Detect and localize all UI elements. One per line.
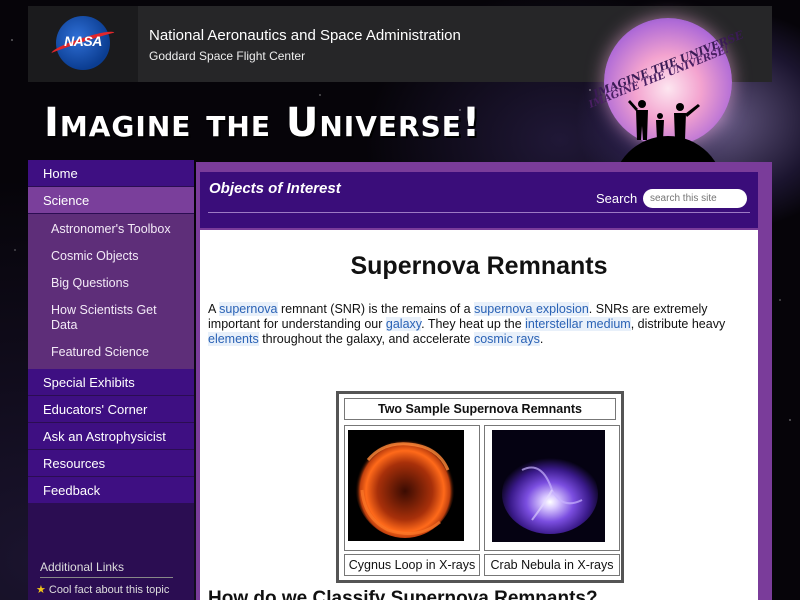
nav-featured-science[interactable]: Featured Science [28, 339, 194, 369]
intro-link-supernova[interactable]: supernova [219, 302, 278, 316]
nav-astronomers-toolbox[interactable]: Astronomer's Toolbox [28, 214, 194, 243]
nav-ask-an-astrophysicist[interactable]: Ask an Astrophysicist [28, 423, 194, 450]
intro-text: A [208, 302, 220, 316]
intro-text: . They heat up the [421, 317, 526, 331]
cygnus-loop-image[interactable] [348, 430, 464, 541]
nav-how-scientists-get-data[interactable]: How Scientists Get Data [28, 297, 194, 339]
page-title: Supernova Remnants [350, 252, 608, 280]
intro-text: throughout the galaxy, and accelerate [258, 332, 474, 346]
cygnus-cell [344, 425, 480, 551]
nav-home[interactable]: Home [28, 160, 194, 187]
nav-feedback[interactable]: Feedback [28, 477, 194, 504]
intro-link-supernova-explosion[interactable]: supernova explosion [474, 302, 589, 316]
intro-text: , distribute heavy [630, 317, 726, 331]
sample-table-heading: Two Sample Supernova Remnants [344, 398, 616, 420]
cool-fact-label[interactable]: Cool fact about this topic [49, 584, 169, 596]
nav-resources[interactable]: Resources [28, 450, 194, 477]
intro-paragraph: A supernova remnant (SNR) is the remains… [208, 302, 748, 347]
header-divider [208, 212, 750, 213]
agency-name[interactable]: National Aeronautics and Space Administr… [149, 27, 461, 44]
cool-fact-link[interactable]: ★ Cool fact about this topic [36, 583, 169, 596]
nav-science[interactable]: Science [28, 187, 194, 214]
section-header: Objects of Interest Search [200, 172, 758, 228]
additional-links-heading: Additional Links [40, 560, 173, 578]
family-silhouette-icon [628, 100, 700, 140]
site-title[interactable]: Imagine the Universe! [44, 100, 481, 146]
intro-link-galaxy[interactable]: galaxy [385, 317, 422, 331]
next-section-heading: How do we Classify Supernova Remnants? [208, 588, 598, 600]
nasa-logo-icon[interactable]: NASA [50, 16, 116, 70]
nav-educators-corner[interactable]: Educators' Corner [28, 396, 194, 423]
crab-nebula-image[interactable] [492, 430, 605, 542]
content-panel: Objects of Interest Search Supernova Rem… [196, 162, 772, 600]
intro-link-elements[interactable]: elements [208, 332, 259, 346]
nav-cosmic-objects[interactable]: Cosmic Objects [28, 243, 194, 270]
intro-link-cosmic-rays[interactable]: cosmic rays [473, 332, 540, 346]
intro-text: remnant (SNR) is the remains of a [277, 302, 475, 316]
crab-cell [484, 425, 620, 551]
crab-caption: Crab Nebula in X-rays [484, 554, 620, 576]
intro-link-interstellar-medium[interactable]: interstellar medium [525, 317, 631, 331]
nav-big-questions[interactable]: Big Questions [28, 270, 194, 297]
sample-remnants-table: Two Sample Supernova Remnants Cygnus Loo… [336, 391, 624, 583]
search-label: Search [596, 191, 638, 206]
nasa-logo-text: NASA [64, 33, 102, 49]
nav-special-exhibits[interactable]: Special Exhibits [28, 369, 194, 396]
intro-text: . [539, 332, 544, 346]
nasa-logo-box[interactable]: NASA [28, 6, 138, 82]
article-content: Supernova Remnants A supernova remnant (… [200, 230, 758, 600]
section-label: Objects of Interest [209, 180, 341, 197]
search-input[interactable] [643, 189, 747, 208]
sidebar: Home Science Astronomer's Toolbox Cosmic… [28, 160, 194, 600]
cygnus-caption: Cygnus Loop in X-rays [344, 554, 480, 576]
center-name[interactable]: Goddard Space Flight Center [149, 49, 305, 63]
star-icon: ★ [36, 584, 46, 596]
